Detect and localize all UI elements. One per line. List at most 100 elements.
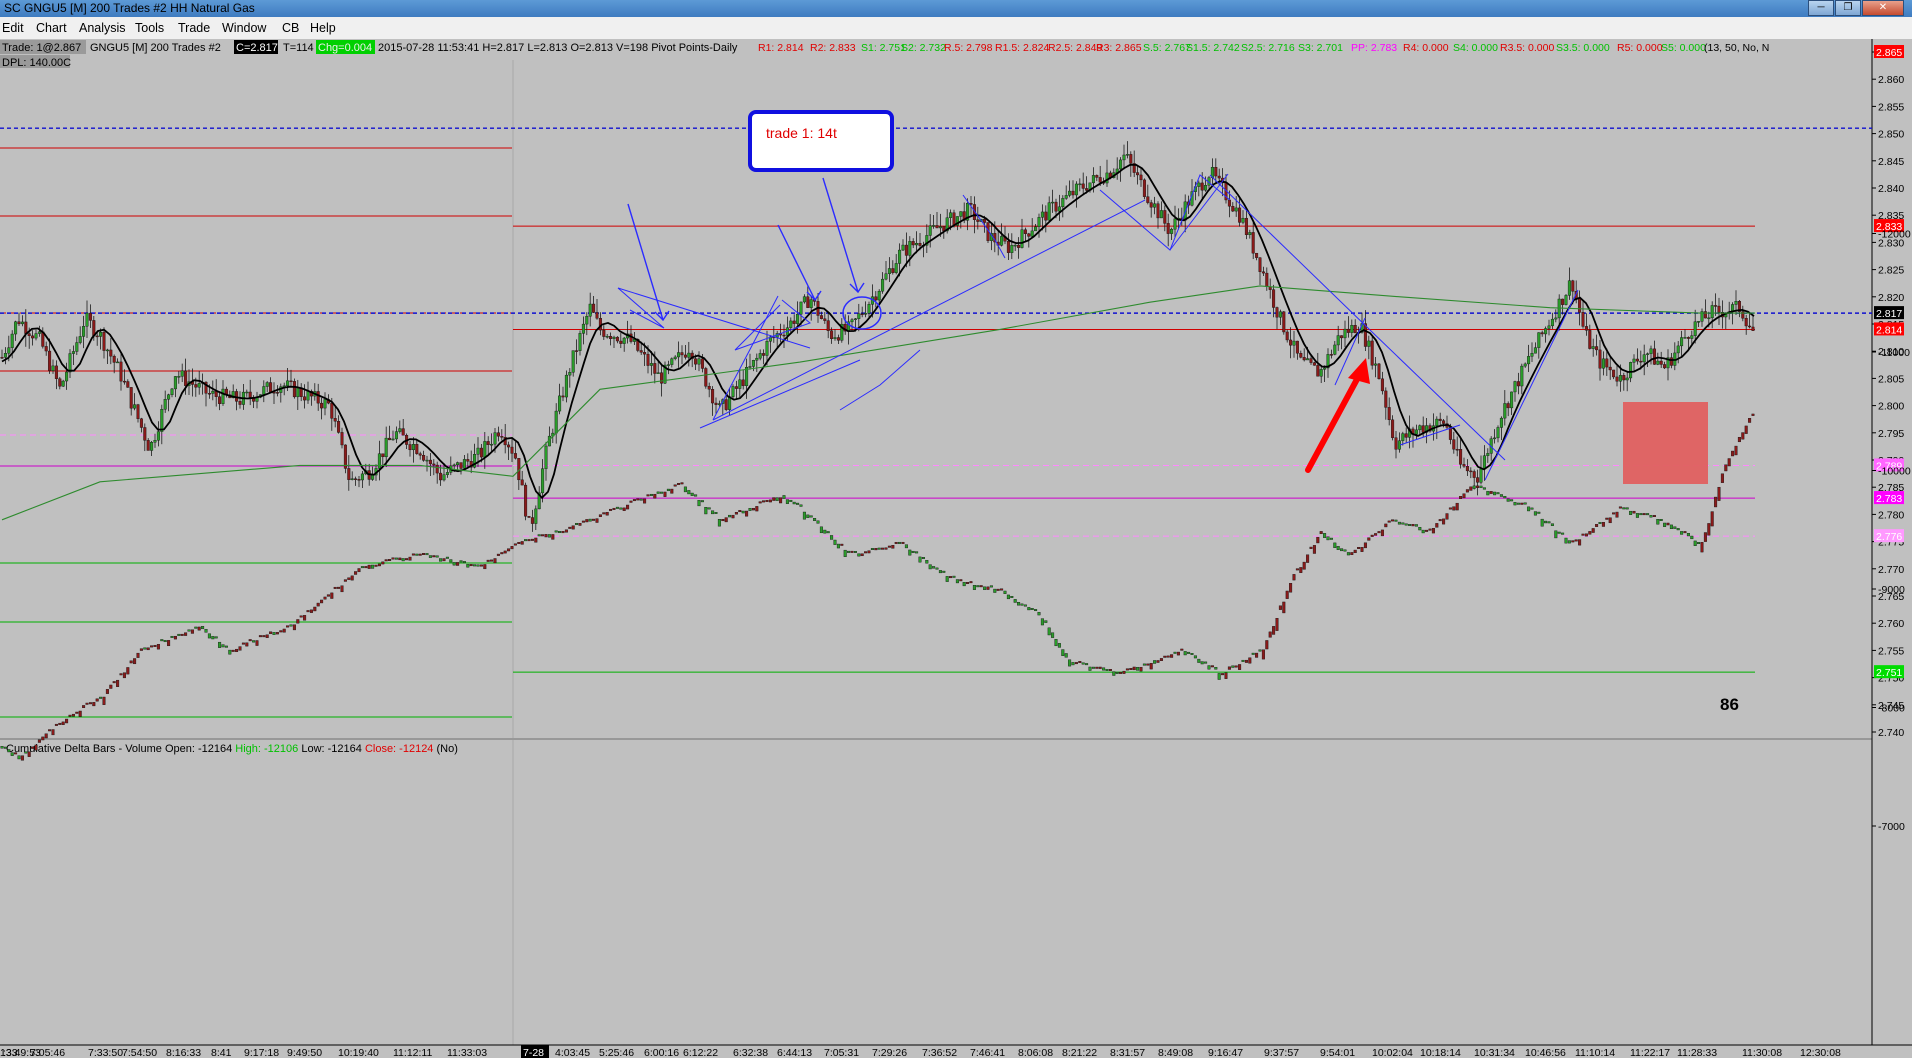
candle bbox=[0, 357, 4, 359]
candle bbox=[704, 368, 708, 387]
delta-bar bbox=[1659, 519, 1663, 521]
candle bbox=[1571, 280, 1575, 292]
delta-bar bbox=[1544, 520, 1548, 524]
candle bbox=[435, 464, 439, 474]
delta-bar bbox=[898, 541, 902, 544]
delta-bar bbox=[921, 557, 925, 559]
delta-bar bbox=[1061, 649, 1065, 656]
delta-bar bbox=[1251, 652, 1255, 655]
menu-window[interactable]: Window bbox=[222, 21, 266, 35]
delta-bar bbox=[1057, 643, 1061, 648]
delta-bar bbox=[1173, 651, 1177, 654]
delta-bar bbox=[932, 566, 936, 569]
chart-area[interactable]: Trade: 1@2.867 GNGU5 [M] 200 Trades #2 C=2… bbox=[0, 39, 1912, 1058]
time-tick-label: 11:33:03 bbox=[447, 1047, 487, 1058]
price-tick-label: 2.740 bbox=[1878, 727, 1904, 739]
candle bbox=[1714, 305, 1718, 307]
delta-bar bbox=[1149, 663, 1153, 670]
delta-bar bbox=[374, 564, 378, 567]
delta-bar bbox=[1731, 450, 1735, 457]
candle bbox=[398, 428, 402, 432]
delta-bar bbox=[969, 581, 973, 584]
delta-bar bbox=[1044, 620, 1048, 623]
delta-tick-label: -11000 bbox=[1878, 347, 1910, 359]
price-tick-label: 2.770 bbox=[1878, 564, 1904, 576]
candle bbox=[1156, 203, 1160, 219]
delta-bar bbox=[333, 586, 337, 589]
candle bbox=[1442, 420, 1446, 424]
candle bbox=[1333, 344, 1337, 355]
delta-bar bbox=[751, 508, 755, 511]
risk-box bbox=[1623, 402, 1708, 484]
delta-bar bbox=[160, 639, 164, 642]
candle bbox=[37, 331, 41, 334]
candle bbox=[1146, 196, 1150, 203]
delta-bar bbox=[1357, 547, 1361, 549]
candle bbox=[809, 299, 813, 308]
delta-bar bbox=[996, 588, 1000, 591]
delta-bar bbox=[1683, 531, 1687, 534]
delta-bar bbox=[646, 494, 650, 497]
delta-bar bbox=[564, 529, 568, 533]
symbol-label: GNGU5 [M] 200 Trades #2 bbox=[90, 42, 221, 54]
time-tick-label: 9:54:01 bbox=[1320, 1047, 1355, 1058]
close-button[interactable]: ✕ bbox=[1862, 0, 1904, 16]
time-tick-label: 11:28:33 bbox=[1677, 1047, 1717, 1058]
delta-bar bbox=[1469, 486, 1473, 491]
menu-edit[interactable]: Edit bbox=[2, 21, 24, 35]
delta-bar bbox=[1414, 524, 1418, 527]
candle bbox=[1037, 217, 1041, 228]
candle bbox=[133, 404, 137, 409]
time-tick-label: 10:02:04 bbox=[1372, 1047, 1413, 1058]
candle bbox=[194, 384, 198, 388]
candle bbox=[1625, 377, 1629, 381]
delta-bar bbox=[619, 507, 623, 510]
candle bbox=[109, 349, 113, 357]
delta-bar bbox=[1285, 590, 1289, 599]
delta-bar bbox=[1605, 517, 1609, 520]
candle bbox=[558, 395, 562, 412]
candle bbox=[1469, 470, 1473, 473]
candle bbox=[765, 341, 769, 356]
delta-bar bbox=[629, 500, 633, 503]
candle bbox=[1272, 289, 1276, 308]
candle bbox=[1139, 174, 1143, 181]
candle bbox=[289, 380, 293, 383]
menu-analysis[interactable]: Analysis bbox=[79, 21, 126, 35]
candle bbox=[357, 479, 361, 481]
candle bbox=[197, 383, 201, 388]
delta-bar bbox=[1340, 548, 1344, 552]
candle bbox=[595, 312, 599, 319]
delta-bar bbox=[874, 548, 878, 551]
minimize-button[interactable]: ─ bbox=[1808, 0, 1834, 16]
menu-cb[interactable]: CB bbox=[282, 21, 299, 35]
delta-bar bbox=[1091, 666, 1095, 669]
delta-bar bbox=[88, 702, 92, 705]
menu-trade[interactable]: Trade bbox=[178, 21, 210, 35]
menu-tools[interactable]: Tools bbox=[135, 21, 164, 35]
delta-bar bbox=[949, 576, 953, 579]
delta-bar bbox=[836, 543, 840, 549]
candle bbox=[1472, 471, 1476, 478]
candle bbox=[1214, 167, 1218, 177]
candle bbox=[1020, 229, 1024, 248]
delta-bar bbox=[347, 577, 351, 580]
menu-help[interactable]: Help bbox=[310, 21, 336, 35]
candle bbox=[129, 387, 133, 409]
delta-bar bbox=[248, 639, 252, 642]
candle bbox=[1421, 425, 1425, 433]
candle bbox=[1506, 403, 1510, 409]
delta-bar bbox=[1023, 604, 1027, 607]
menu-chart[interactable]: Chart bbox=[36, 21, 67, 35]
delta-bar bbox=[1142, 663, 1146, 666]
candle bbox=[265, 382, 269, 387]
delta-bar bbox=[1520, 502, 1524, 505]
delta-bar bbox=[1306, 554, 1310, 563]
delta-bar bbox=[241, 642, 245, 645]
restore-button[interactable]: ❐ bbox=[1835, 0, 1861, 16]
candle bbox=[1452, 439, 1456, 450]
candle bbox=[452, 464, 456, 467]
delta-bar bbox=[112, 681, 116, 684]
delta-bar bbox=[575, 523, 579, 525]
candle bbox=[486, 441, 490, 446]
